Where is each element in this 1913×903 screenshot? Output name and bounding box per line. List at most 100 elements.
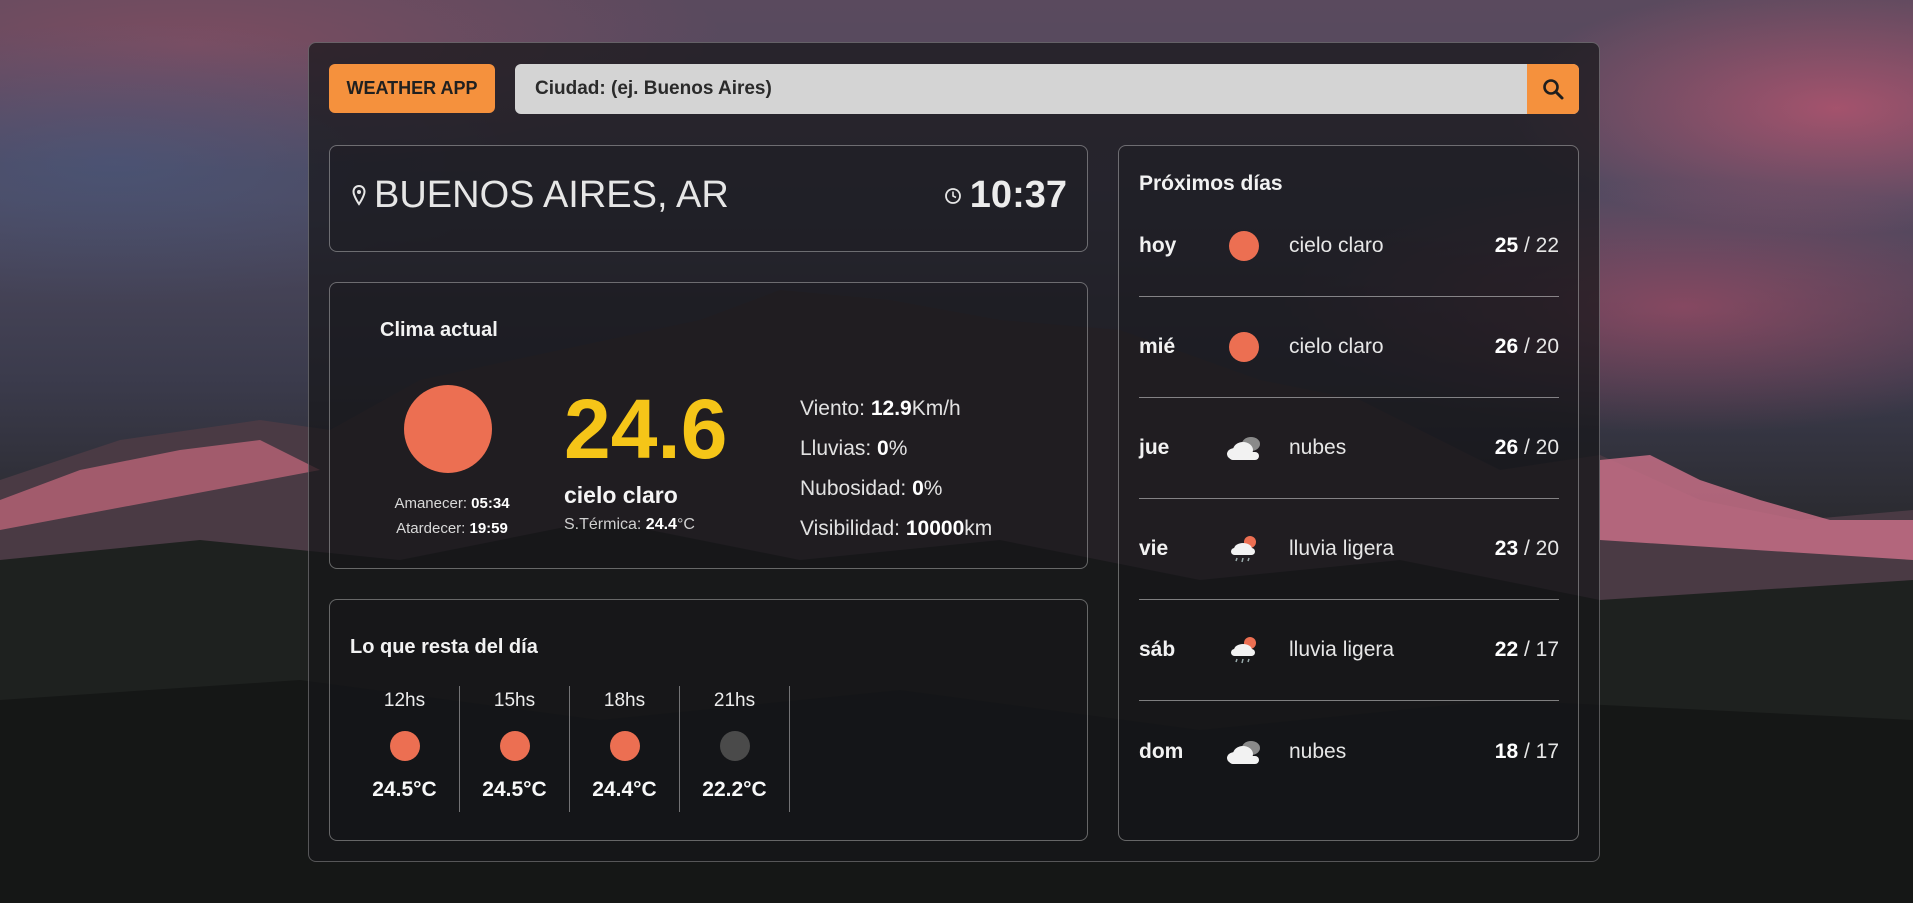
- hour-label: 21hs: [713, 690, 756, 711]
- hour-label: 12hs: [383, 690, 426, 711]
- forecast-min: 20: [1535, 335, 1559, 358]
- clouds-stat: Nubosidad: 0%: [800, 469, 992, 509]
- forecast-day: mié: [1139, 335, 1176, 358]
- feels-value: 24.4: [645, 516, 677, 533]
- forecast-temp: 26 / 20: [1494, 436, 1559, 459]
- forecast-max: 25: [1494, 234, 1519, 257]
- sun-icon: [610, 731, 640, 761]
- current-temperature: 24.6: [564, 382, 728, 476]
- hour-label: 18hs: [603, 690, 646, 711]
- current-weather-card: Clima actual Amanecer: 05:34 Atardecer: …: [329, 282, 1088, 569]
- forecast-day: hoy: [1139, 234, 1177, 257]
- city-name: BUENOS AIRES, AR: [374, 174, 729, 216]
- forecast-max: 18: [1494, 739, 1519, 763]
- hour-temp: 22.2°C: [702, 778, 767, 801]
- current-weather-title: Clima actual: [380, 319, 498, 341]
- rest-of-day-card: Lo que resta del día 12hs 24.5°C 15hs 24…: [329, 599, 1088, 841]
- search-button[interactable]: [1527, 64, 1579, 114]
- sun-icon: [1223, 329, 1267, 365]
- hour-label: 15hs: [493, 690, 536, 711]
- visibility-label: Visibilidad:: [800, 517, 901, 540]
- forecast-day: jue: [1139, 436, 1170, 459]
- hour-temp: 24.5°C: [372, 778, 437, 801]
- moon-icon: [720, 731, 750, 761]
- wind-unit: Km/h: [911, 397, 961, 420]
- forecast-temp: 25 / 22: [1494, 234, 1559, 257]
- hour-item: 12hs 24.5°C: [350, 686, 460, 812]
- time-value: 10:37: [969, 174, 1067, 216]
- wind-label: Viento:: [800, 397, 865, 420]
- feels-label: S.Térmica:: [564, 516, 642, 533]
- sun-icon: [404, 385, 492, 473]
- wind-stat: Viento: 12.9Km/h: [800, 389, 992, 429]
- clouds-icon: [1223, 734, 1267, 770]
- forecast-max: 26: [1494, 436, 1519, 459]
- clouds-label: Nubosidad:: [800, 477, 907, 500]
- search-bar: [515, 64, 1579, 114]
- forecast-title: Próximos días: [1139, 172, 1283, 195]
- app-logo[interactable]: WEATHER APP: [329, 64, 495, 113]
- current-description: cielo claro: [564, 482, 678, 508]
- light-rain-icon: [1223, 632, 1267, 668]
- forecast-min: 22: [1535, 234, 1559, 257]
- forecast-desc: lluvia ligera: [1289, 638, 1395, 661]
- search-icon: [1543, 79, 1564, 100]
- rain-label: Lluvias:: [800, 437, 872, 460]
- forecast-min: 20: [1535, 436, 1559, 459]
- rain-stat: Lluvias: 0%: [800, 429, 992, 469]
- wind-value: 12.9: [870, 397, 912, 420]
- location: BUENOS AIRES, AR: [352, 174, 729, 217]
- forecast-row: dom nubes 18 / 17: [1139, 701, 1559, 802]
- forecast-desc: cielo claro: [1289, 335, 1384, 358]
- forecast-desc: cielo claro: [1289, 234, 1384, 257]
- hour-item: 21hs 22.2°C: [680, 686, 790, 812]
- forecast-temp: 18 / 17: [1494, 739, 1559, 763]
- forecast-row: mié cielo claro 26 / 20: [1139, 297, 1559, 398]
- forecast-desc: nubes: [1289, 436, 1347, 459]
- forecast-min: 17: [1535, 638, 1559, 661]
- sunrise-value: 05:34: [471, 495, 510, 512]
- visibility-stat: Visibilidad: 10000km: [800, 509, 992, 549]
- hour-temp: 24.4°C: [592, 778, 657, 801]
- hour-item: 18hs 24.4°C: [570, 686, 680, 812]
- feels-like: S.Térmica: 24.4°C: [564, 516, 695, 534]
- weather-stats: Viento: 12.9Km/h Lluvias: 0% Nubosidad: …: [800, 389, 992, 549]
- rest-of-day-title: Lo que resta del día: [350, 636, 538, 658]
- forecast-row: jue nubes 26 / 20: [1139, 398, 1559, 499]
- feels-unit: °C: [676, 516, 695, 533]
- forecast-day: vie: [1139, 537, 1169, 560]
- forecast-max: 22: [1494, 638, 1519, 661]
- forecast-temp: 26 / 20: [1494, 335, 1559, 358]
- sun-icon: [1223, 228, 1267, 264]
- forecast-row: sáb lluvia ligera 22 / 17: [1139, 600, 1559, 701]
- location-card: BUENOS AIRES, AR 10:37: [329, 145, 1088, 252]
- forecast-desc: lluvia ligera: [1289, 537, 1395, 560]
- forecast-row: hoy cielo claro 25 / 22: [1139, 196, 1559, 297]
- forecast-temp: 23 / 20: [1494, 537, 1559, 560]
- forecast-row: vie lluvia ligera 23 / 20: [1139, 499, 1559, 600]
- forecast-min: 20: [1535, 537, 1559, 560]
- forecast-temp: 22 / 17: [1494, 638, 1559, 661]
- clouds-unit: %: [923, 477, 943, 500]
- rain-unit: %: [888, 437, 908, 460]
- visibility-value: 10000: [905, 517, 965, 540]
- visibility-unit: km: [964, 517, 993, 540]
- clouds-value: 0: [912, 477, 924, 500]
- forecast-card: Próximos días hoy cielo claro 25 / 22 mi…: [1118, 145, 1579, 841]
- light-rain-icon: [1223, 531, 1267, 567]
- rain-value: 0: [877, 437, 889, 460]
- city-search-input[interactable]: [515, 64, 1527, 114]
- sunrise-label: Amanecer:: [394, 495, 467, 512]
- sun-icon: [390, 731, 420, 761]
- location-pin-icon: [352, 184, 366, 206]
- forecast-list: hoy cielo claro 25 / 22 mié cielo claro …: [1139, 196, 1559, 802]
- sunset-value: 19:59: [469, 520, 508, 537]
- hour-item: 15hs 24.5°C: [460, 686, 570, 812]
- sunset-label: Atardecer:: [396, 520, 466, 537]
- clouds-icon: [1223, 430, 1267, 466]
- forecast-max: 26: [1494, 335, 1519, 358]
- sun-times: Amanecer: 05:34 Atardecer: 19:59: [362, 491, 542, 541]
- sun-icon: [500, 731, 530, 761]
- forecast-min: 17: [1535, 739, 1559, 763]
- forecast-desc: nubes: [1289, 739, 1347, 763]
